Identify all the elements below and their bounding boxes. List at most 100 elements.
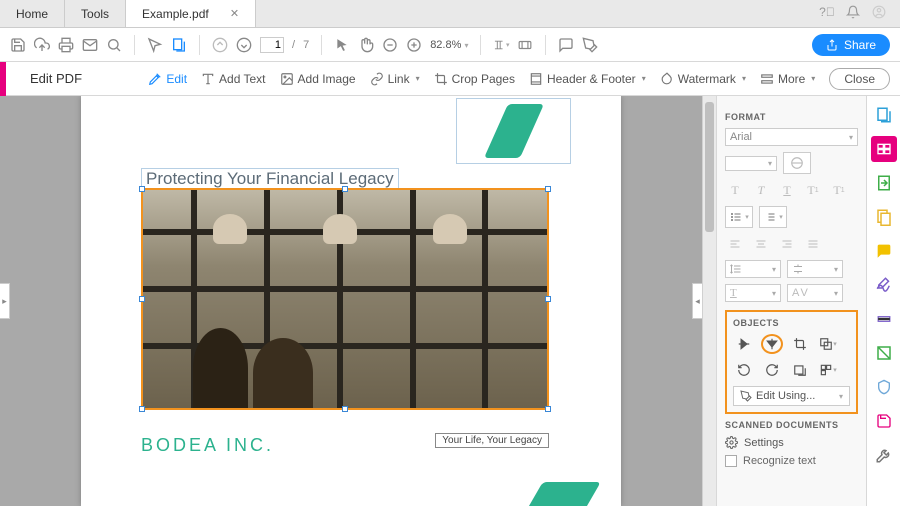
align-objects-icon[interactable]: ▾ xyxy=(817,360,839,380)
rotate-ccw-icon[interactable] xyxy=(733,360,755,380)
numbered-list-icon[interactable]: ▾ xyxy=(759,206,787,228)
subscript-icon[interactable]: T1 xyxy=(829,180,849,200)
zoom-in-icon[interactable] xyxy=(406,37,422,53)
edit-using-button[interactable]: Edit Using... xyxy=(733,386,850,406)
rail-sign-icon[interactable] xyxy=(871,272,897,298)
print-icon[interactable] xyxy=(58,37,74,53)
tagline-text[interactable]: Your Life, Your Legacy xyxy=(435,433,549,448)
rail-save-web-icon[interactable] xyxy=(871,408,897,434)
link-button[interactable]: Link xyxy=(370,72,420,86)
pdf-page: Protecting Your Financial Legacy Your Li… xyxy=(81,96,621,506)
more-button[interactable]: More xyxy=(760,72,815,86)
search-icon[interactable] xyxy=(106,37,122,53)
bold-icon[interactable]: T xyxy=(725,180,745,200)
tab-home-label: Home xyxy=(16,7,48,21)
font-family-select[interactable]: Arial xyxy=(725,128,858,146)
hand-icon[interactable] xyxy=(358,37,374,53)
read-mode-icon[interactable] xyxy=(517,37,533,53)
mail-icon[interactable] xyxy=(82,37,98,53)
photo-content xyxy=(143,190,547,408)
italic-icon[interactable]: T xyxy=(751,180,771,200)
selection-tool-icon[interactable] xyxy=(147,37,163,53)
document-canvas[interactable]: ▸ Protecting Your Financial Legacy Your … xyxy=(0,96,702,506)
page-down-icon[interactable] xyxy=(236,37,252,53)
bell-icon[interactable] xyxy=(846,5,860,22)
bullet-list-icon[interactable]: ▾ xyxy=(725,206,753,228)
header-footer-button[interactable]: Header & Footer xyxy=(529,72,646,86)
superscript-icon[interactable]: T1 xyxy=(803,180,823,200)
selected-image[interactable] xyxy=(141,188,549,410)
edit-button[interactable]: Edit xyxy=(148,72,187,86)
recognize-text-checkbox[interactable]: Recognize text xyxy=(725,455,858,467)
zoom-out-icon[interactable] xyxy=(382,37,398,53)
help-icon[interactable]: ?⃝ xyxy=(820,5,834,19)
replace-image-icon[interactable] xyxy=(789,360,811,380)
tool-rail xyxy=(866,96,900,506)
scanned-heading: SCANNED DOCUMENTS xyxy=(725,420,858,430)
align-left-icon[interactable] xyxy=(725,234,745,254)
profile-icon[interactable] xyxy=(872,5,886,22)
tab-tools-label: Tools xyxy=(81,7,109,21)
tab-document[interactable]: Example.pdf ✕ xyxy=(126,0,256,27)
tab-home[interactable]: Home xyxy=(0,0,65,27)
main-area: ▸ Protecting Your Financial Legacy Your … xyxy=(0,96,900,506)
align-justify-icon[interactable] xyxy=(803,234,823,254)
rail-edit-icon[interactable] xyxy=(871,136,897,162)
main-toolbar: / 7 82.8% ▾ ▾ Share xyxy=(0,28,900,62)
horizontal-scale-select[interactable]: T xyxy=(725,284,781,302)
rail-more-tools-icon[interactable] xyxy=(871,442,897,468)
flip-vertical-icon[interactable] xyxy=(733,334,755,354)
share-label: Share xyxy=(844,38,876,52)
objects-heading: OBJECTS xyxy=(733,318,850,328)
add-text-button[interactable]: Add Text xyxy=(201,72,265,86)
paragraph-spacing-select[interactable] xyxy=(787,260,843,278)
rail-organize-icon[interactable] xyxy=(871,204,897,230)
color-picker[interactable] xyxy=(783,152,811,174)
rail-protect-icon[interactable] xyxy=(871,374,897,400)
align-right-icon[interactable] xyxy=(777,234,797,254)
pointer-icon[interactable] xyxy=(334,37,350,53)
format-panel: FORMAT Arial T T T T1 T1 ▾ ▾ T xyxy=(716,96,866,506)
tab-tools[interactable]: Tools xyxy=(65,0,126,27)
rail-comment-icon[interactable] xyxy=(871,238,897,264)
logo-placeholder[interactable] xyxy=(456,98,571,164)
share-button[interactable]: Share xyxy=(812,34,890,56)
edit-pdf-toolbar: Edit PDF Edit Add Text Add Image Link Cr… xyxy=(0,62,900,96)
page-thumbnails-icon[interactable] xyxy=(171,37,187,53)
align-center-icon[interactable] xyxy=(751,234,771,254)
save-icon[interactable] xyxy=(10,37,26,53)
page-total: 7 xyxy=(303,39,309,51)
rail-stamp-icon[interactable] xyxy=(871,340,897,366)
rotate-cw-icon[interactable] xyxy=(761,360,783,380)
char-spacing-select[interactable]: AV xyxy=(787,284,843,302)
line-spacing-select[interactable] xyxy=(725,260,781,278)
page-number-input[interactable] xyxy=(260,37,284,53)
rail-redact-icon[interactable] xyxy=(871,306,897,332)
rail-export-icon[interactable] xyxy=(871,170,897,196)
settings-button[interactable]: Settings xyxy=(725,436,858,449)
arrange-icon[interactable]: ▾ xyxy=(817,334,839,354)
company-name[interactable]: BODEA INC. xyxy=(141,435,274,456)
collapse-left-icon[interactable]: ▸ xyxy=(0,283,10,319)
app-tabbar: Home Tools Example.pdf ✕ ?⃝ xyxy=(0,0,900,28)
highlight-icon[interactable] xyxy=(582,37,598,53)
flip-horizontal-icon[interactable] xyxy=(761,334,783,354)
zoom-level[interactable]: 82.8% ▾ xyxy=(430,39,468,51)
watermark-button[interactable]: Watermark xyxy=(660,72,746,86)
crop-image-icon[interactable] xyxy=(789,334,811,354)
comment-icon[interactable] xyxy=(558,37,574,53)
page-separator: / xyxy=(292,39,295,51)
page-up-icon[interactable] xyxy=(212,37,228,53)
page-heading[interactable]: Protecting Your Financial Legacy xyxy=(141,168,399,190)
add-image-button[interactable]: Add Image xyxy=(280,72,356,86)
underline-icon[interactable]: T xyxy=(777,180,797,200)
vertical-scrollbar[interactable] xyxy=(702,96,716,506)
close-tab-icon[interactable]: ✕ xyxy=(230,7,239,20)
collapse-right-icon[interactable]: ◂ xyxy=(692,283,702,319)
crop-pages-button[interactable]: Crop Pages xyxy=(434,72,515,86)
close-button[interactable]: Close xyxy=(829,68,890,90)
font-size-select[interactable] xyxy=(725,156,777,171)
fit-width-icon[interactable]: ▾ xyxy=(493,37,509,53)
cloud-upload-icon[interactable] xyxy=(34,37,50,53)
rail-create-icon[interactable] xyxy=(871,102,897,128)
